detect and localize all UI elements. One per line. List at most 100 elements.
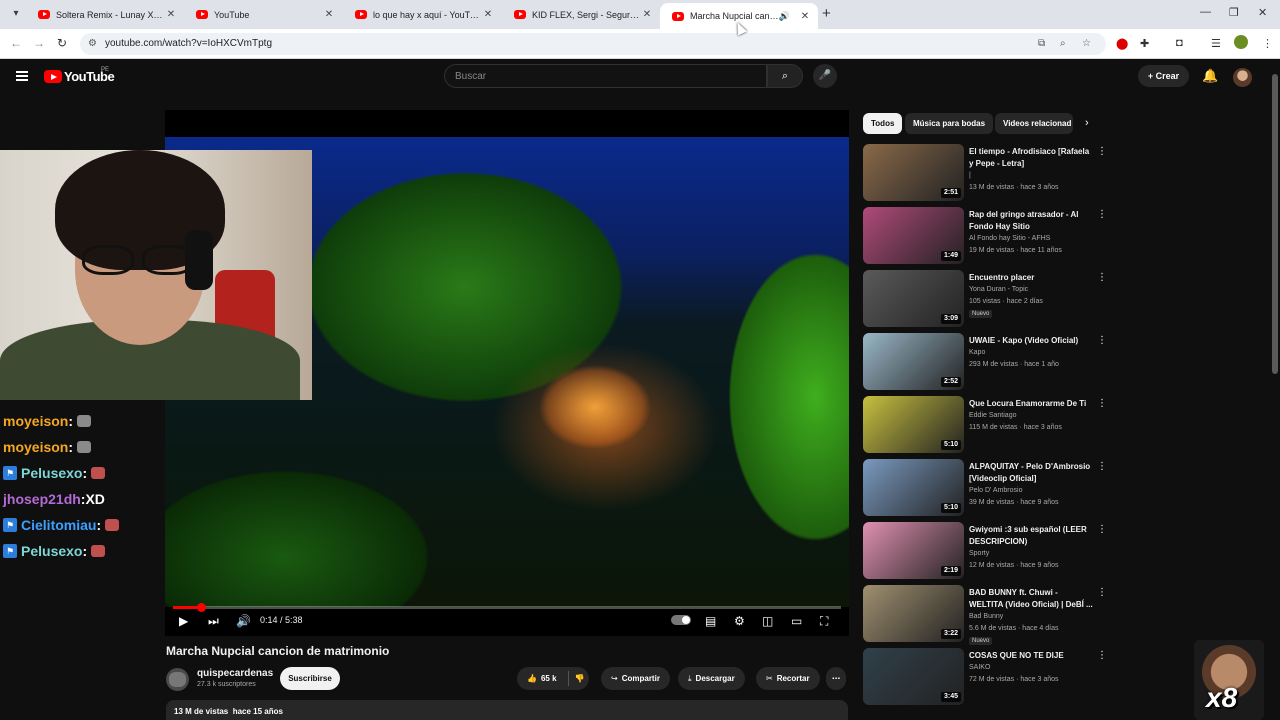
scrubber-handle[interactable] [196, 603, 206, 612]
description-box[interactable]: 13 M de vistas hace 15 años [166, 700, 848, 720]
play-icon[interactable]: ▶ [179, 614, 188, 628]
search-input[interactable]: Buscar [444, 64, 767, 88]
search-button[interactable]: ⌕ [767, 64, 803, 88]
browser-tab[interactable]: KID FLEX, Sergi - Seguro Te Pierdo ✕ [502, 3, 660, 26]
video-thumbnail[interactable]: 2:51 [863, 144, 964, 201]
youtube-logo-icon[interactable] [44, 70, 62, 83]
tab-audio-icon[interactable]: 🔊 [779, 11, 790, 22]
recommended-video-channel[interactable]: Pelo D' Ambrosio [969, 487, 1022, 494]
channel-avatar[interactable] [166, 668, 189, 691]
profile-avatar[interactable] [1234, 35, 1248, 49]
reading-list-icon[interactable]: ☰ [1211, 37, 1221, 50]
video-thumbnail[interactable]: 5:10 [863, 459, 964, 516]
tab-close-icon[interactable]: ✕ [640, 9, 654, 20]
tab-close-icon[interactable]: ✕ [322, 9, 336, 20]
opera-extension-icon[interactable]: ⬤ [1116, 37, 1128, 50]
browser-tab[interactable]: lo que hay x aquí - YouTube ✕ [343, 3, 501, 26]
bookmark-star-icon[interactable]: ☆ [1082, 38, 1091, 49]
fullscreen-icon[interactable]: ⛶ [820, 614, 828, 628]
theater-mode-icon[interactable]: ▭ [791, 614, 802, 628]
address-bar[interactable]: ⚙ youtube.com/watch?v=IoHXCVmTptg ⧉ ⌕ ☆ [80, 33, 1106, 55]
notifications-bell-icon[interactable]: 🔔 [1202, 68, 1218, 84]
recommended-video-channel[interactable]: Bad Bunny [969, 613, 1003, 620]
video-thumbnail[interactable]: 5:10 [863, 396, 964, 453]
reload-icon[interactable]: ↻ [57, 36, 67, 50]
recommended-video-title[interactable]: UWAIE - Kapo (Video Oficial) [969, 335, 1094, 347]
browser-tab[interactable]: YouTube ✕ [184, 3, 342, 26]
recommended-video-title[interactable]: El tiempo - Afrodisiaco [Rafaela y Pepe … [969, 146, 1094, 170]
download-button[interactable]: ⤓ Descargar [678, 667, 745, 690]
more-vertical-icon[interactable]: ⋮ [1097, 524, 1107, 535]
recommended-video-title[interactable]: COSAS QUE NO TE DIJE [969, 650, 1094, 662]
more-vertical-icon[interactable]: ⋮ [1097, 272, 1107, 283]
chrome-menu-icon[interactable]: ⋮ [1262, 37, 1273, 50]
video-thumbnail[interactable]: 1:49 [863, 207, 964, 264]
recommended-video-title[interactable]: Gwiyomi :3 sub español (LEER DESCRIPCION… [969, 524, 1094, 548]
more-actions-button[interactable]: ⋯ [826, 667, 846, 690]
recommended-video[interactable]: 3:45 COSAS QUE NO TE DIJE SAIKO 72 M de vis… [863, 648, 1108, 707]
recommended-video[interactable]: 2:52 UWAIE - Kapo (Video Oficial) Kapo 293 … [863, 333, 1108, 392]
recommended-video[interactable]: 1:49 Rap del gringo atrasador - Al Fondo … [863, 207, 1108, 266]
more-vertical-icon[interactable]: ⋮ [1097, 461, 1107, 472]
settings-gear-icon[interactable]: ⚙ [734, 614, 745, 628]
tab-search-icon[interactable]: ▾ [8, 6, 24, 22]
next-icon[interactable]: ⏭ [208, 614, 219, 628]
subscribe-button[interactable]: Suscribirse [280, 667, 340, 690]
recommended-video[interactable]: 5:10 Que Locura Enamorarme De Ti Eddie San… [863, 396, 1108, 455]
recommended-video-title[interactable]: Encuentro placer [969, 272, 1094, 284]
site-info-icon[interactable]: ⚙ [88, 38, 97, 49]
recommended-video[interactable]: 3:22 BAD BUNNY ft. Chuwi - WELTITA (Video… [863, 585, 1108, 645]
progress-bar[interactable] [173, 603, 841, 612]
recommended-video-title[interactable]: BAD BUNNY ft. Chuwi - WELTITA (Video Ofi… [969, 587, 1094, 611]
more-vertical-icon[interactable]: ⋮ [1097, 398, 1107, 409]
forward-icon[interactable]: → [33, 36, 45, 50]
like-count[interactable]: 65 k [541, 674, 557, 683]
video-thumbnail[interactable]: 2:52 [863, 333, 964, 390]
recommended-video-channel[interactable]: Kapo [969, 349, 985, 356]
channel-name[interactable]: quispecardenas [197, 668, 273, 679]
tab-close-icon[interactable]: ✕ [481, 9, 495, 20]
recommended-video[interactable]: 2:19 Gwiyomi :3 sub español (LEER DESCRIP… [863, 522, 1108, 581]
back-icon[interactable]: ← [10, 36, 22, 50]
clip-button[interactable]: ✂ Recortar [756, 667, 820, 690]
volume-icon[interactable]: 🔊 [236, 614, 251, 628]
video-thumbnail[interactable]: 2:19 [863, 522, 964, 579]
tab-close-icon[interactable]: ✕ [164, 9, 178, 20]
more-vertical-icon[interactable]: ⋮ [1097, 650, 1107, 661]
chip-videos-relacionados[interactable]: Videos relacionad [995, 113, 1073, 134]
create-button[interactable]: + Crear [1138, 65, 1189, 87]
video-thumbnail[interactable]: 3:09 [863, 270, 964, 327]
new-tab-button[interactable]: + [822, 6, 831, 22]
chevron-right-icon[interactable]: › [1085, 117, 1089, 129]
recommended-video-channel[interactable]: SAIKO [969, 664, 990, 671]
account-avatar[interactable] [1233, 68, 1252, 87]
more-vertical-icon[interactable]: ⋮ [1097, 587, 1107, 598]
autoplay-toggle[interactable] [671, 615, 691, 625]
hamburger-menu-icon[interactable] [16, 71, 28, 81]
video-thumbnail[interactable]: 3:45 [863, 648, 964, 705]
recommended-video-channel[interactable]: Eddie Santiago [969, 412, 1016, 419]
more-vertical-icon[interactable]: ⋮ [1097, 146, 1107, 157]
recommended-video-title[interactable]: Que Locura Enamorarme De Ti [969, 398, 1094, 410]
tab-close-icon[interactable]: ✕ [798, 11, 812, 22]
zoom-icon[interactable]: ⌕ [1060, 38, 1066, 49]
more-vertical-icon[interactable]: ⋮ [1097, 335, 1107, 346]
minimize-icon[interactable]: — [1200, 6, 1211, 18]
close-window-icon[interactable]: ✕ [1258, 6, 1267, 19]
restore-icon[interactable]: ❐ [1229, 6, 1239, 19]
chip-todos[interactable]: Todos [863, 113, 903, 134]
recommended-video[interactable]: 5:10 ALPAQUITAY - Pelo D'Ambrosio [Videoc… [863, 459, 1108, 518]
recommended-video-title[interactable]: Rap del gringo atrasador - Al Fondo Hay … [969, 209, 1094, 233]
extensions-icon[interactable]: ✚ [1140, 37, 1149, 50]
recommended-video-channel[interactable]: | [969, 172, 971, 179]
like-icon[interactable]: 👍 [527, 674, 537, 683]
share-button[interactable]: ↪ Compartir [601, 667, 670, 690]
miniplayer-icon[interactable]: ◫ [762, 614, 773, 628]
chip-musica-bodas[interactable]: Música para bodas [905, 113, 994, 134]
subtitles-icon[interactable]: ▤ [705, 614, 716, 628]
install-icon[interactable]: ⧉ [1038, 38, 1045, 49]
video-thumbnail[interactable]: 3:22 [863, 585, 964, 642]
voice-search-button[interactable]: 🎤 [813, 64, 837, 88]
browser-tab[interactable]: Soltera Remix - Lunay X Daddy ✕ [26, 3, 184, 26]
recommended-video[interactable]: 2:51 El tiempo - Afrodisiaco [Rafaela y P… [863, 144, 1108, 203]
